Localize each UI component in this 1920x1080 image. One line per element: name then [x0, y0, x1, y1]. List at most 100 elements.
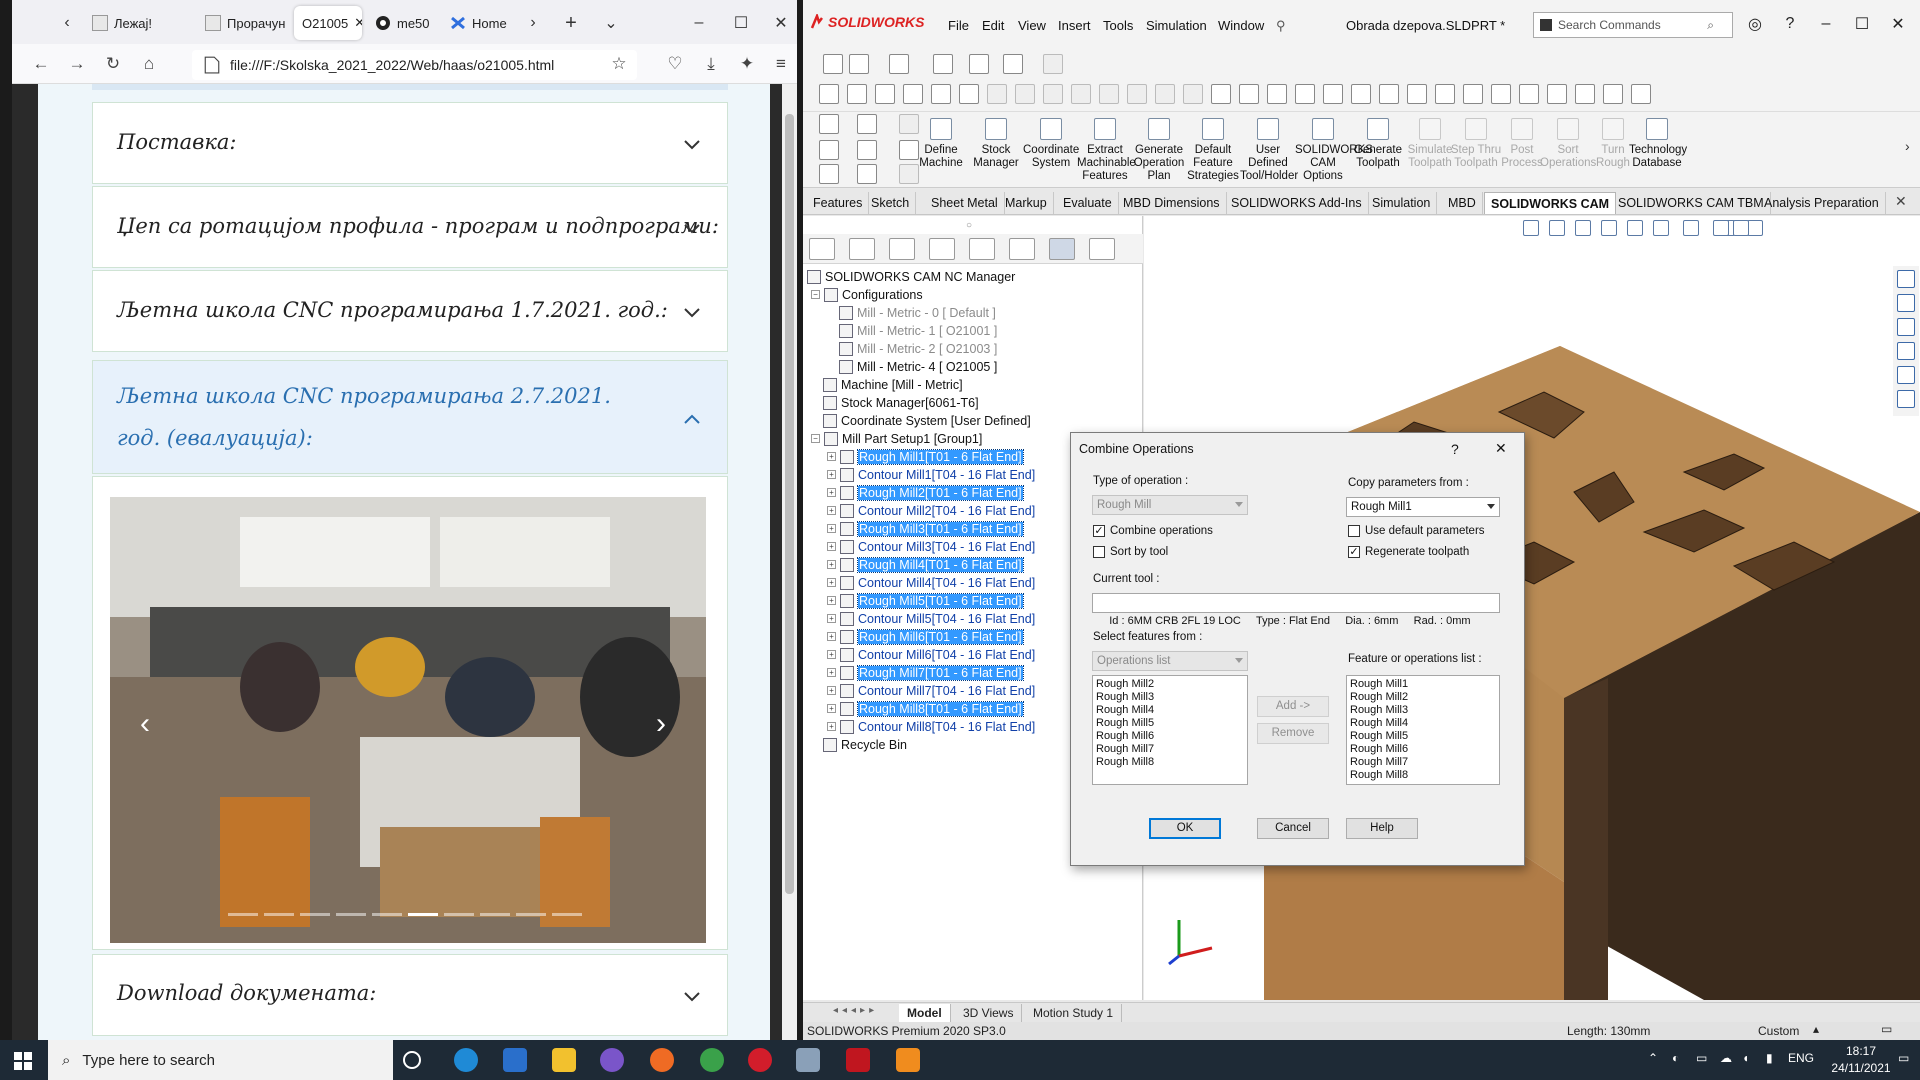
tab-scroll-right-button[interactable]: › — [520, 10, 546, 36]
toolbar-tool-icon[interactable] — [1491, 84, 1511, 104]
carousel-indicator[interactable] — [336, 913, 366, 916]
toolbar-tool-icon[interactable] — [1603, 84, 1623, 104]
toolbar-tool-icon[interactable] — [931, 84, 951, 104]
tree-operation[interactable]: + Contour Mill5[T04 - 16 Flat End] — [827, 610, 1035, 627]
toolbar-tool-icon[interactable] — [1155, 84, 1175, 104]
command-tab[interactable]: Evaluate — [1057, 192, 1119, 214]
task-pane-icon[interactable] — [1897, 366, 1915, 384]
list-item[interactable]: Rough Mill7 — [1096, 743, 1244, 756]
cam-command-button[interactable]: Generate Operation Plan — [1131, 118, 1187, 183]
carousel-indicator[interactable] — [444, 913, 474, 916]
carousel-indicator[interactable] — [300, 913, 330, 916]
view-tool-icon[interactable] — [1549, 220, 1565, 236]
accordion-item[interactable]: Download докумената: — [92, 954, 728, 1036]
toolbar-tool-icon[interactable] — [1295, 84, 1315, 104]
sort-by-tool-checkbox[interactable]: Sort by tool — [1093, 546, 1168, 558]
cam-command-button[interactable]: Default Feature Strategies — [1185, 118, 1241, 183]
expand-toggle-icon[interactable]: + — [827, 470, 836, 479]
menu-tools[interactable]: Tools — [1103, 18, 1133, 33]
toolbar-tool-icon[interactable] — [875, 84, 895, 104]
toolbar-tool-icon[interactable] — [1071, 84, 1091, 104]
tree-operation[interactable]: + Rough Mill5[T01 - 6 Flat End] — [827, 592, 1024, 609]
tree-configuration[interactable]: Mill - Metric- 1 [ O21001 ] — [839, 322, 997, 339]
expand-toggle-icon[interactable]: + — [827, 614, 836, 623]
tree-operation[interactable]: + Contour Mill8[T04 - 16 Flat End] — [827, 718, 1035, 735]
command-tab[interactable]: SOLIDWORKS CAM — [1484, 192, 1617, 214]
list-item[interactable]: Rough Mill4 — [1096, 704, 1244, 717]
toolbar-tool-icon[interactable] — [1631, 84, 1651, 104]
browser-tab-active[interactable]: O21005 ✕ — [294, 6, 362, 40]
expand-toggle-icon[interactable]: + — [827, 506, 836, 515]
toolbar-tool-icon[interactable] — [1015, 84, 1035, 104]
view-tool-icon[interactable] — [1575, 220, 1591, 236]
list-item[interactable]: Rough Mill6 — [1096, 730, 1244, 743]
view-tool-icon[interactable] — [1627, 220, 1643, 236]
pocket-icon[interactable]: ♡ — [662, 51, 688, 77]
taskbar-search-input[interactable]: ⌕ Type here to search — [48, 1040, 393, 1080]
toolbar-tool-icon[interactable] — [1547, 84, 1567, 104]
propertymanager-tab-icon[interactable] — [849, 238, 875, 260]
expand-toggle-icon[interactable]: + — [827, 596, 836, 605]
comment-icon[interactable]: ▭ — [1881, 1022, 1892, 1036]
command-tab[interactable]: Simulation — [1366, 192, 1438, 214]
toolbar-tool-icon[interactable] — [1351, 84, 1371, 104]
tree-operation[interactable]: + Rough Mill7[T01 - 6 Flat End] — [827, 664, 1024, 681]
regenerate-toolpath-checkbox[interactable]: ✓ Regenerate toolpath — [1348, 546, 1469, 558]
view-tool-icon[interactable] — [1747, 220, 1763, 236]
help-icon[interactable]: ? — [1780, 14, 1800, 34]
copy-parameters-select[interactable]: Rough Mill1 — [1346, 497, 1500, 517]
clock[interactable]: 18:17 24/11/2021 — [1826, 1043, 1896, 1077]
expand-toggle-icon[interactable]: + — [827, 524, 836, 533]
options-gear-icon[interactable] — [857, 164, 877, 184]
toolbar-tool-icon[interactable] — [1239, 84, 1259, 104]
show-hidden-icons-icon[interactable]: ⌃ — [1648, 1051, 1658, 1065]
list-item[interactable]: Rough Mill8 — [1096, 756, 1244, 769]
task-pane-icon[interactable] — [1897, 270, 1915, 288]
toolbar-tool-icon[interactable] — [1407, 84, 1427, 104]
list-item[interactable]: Rough Mill6 — [1350, 743, 1496, 756]
firefox-icon[interactable] — [650, 1048, 674, 1072]
volume-icon[interactable]: ◖ — [1742, 1051, 1749, 1065]
browser-tab[interactable]: me50 — [367, 6, 437, 40]
menu-edit[interactable]: Edit — [982, 18, 1004, 33]
toolbar-tool-icon[interactable] — [1043, 84, 1063, 104]
browser-tab[interactable]: Лежај! — [84, 6, 184, 40]
tree-operation[interactable]: + Rough Mill8[T01 - 6 Flat End] — [827, 700, 1024, 717]
command-tab[interactable]: SOLIDWORKS Add-Ins — [1225, 192, 1369, 214]
toolbar-tool-icon[interactable] — [1435, 84, 1455, 104]
maximize-button[interactable]: ☐ — [1852, 14, 1872, 34]
browser-tab[interactable]: Прорачун — [197, 6, 287, 40]
options-gear-icon[interactable] — [1003, 54, 1023, 74]
tree-operation[interactable]: + Rough Mill2[T01 - 6 Flat End] — [827, 484, 1024, 501]
toolbar-tool-icon[interactable] — [1519, 84, 1539, 104]
user-icon[interactable]: ◎ — [1745, 14, 1765, 34]
toolbar-tool-icon[interactable] — [1183, 84, 1203, 104]
battery-icon[interactable]: ▮ — [1766, 1051, 1773, 1065]
expand-toggle-icon[interactable]: − — [811, 290, 820, 299]
cam-command-button[interactable]: SOLIDWORKS CAM Options — [1295, 118, 1373, 183]
language-indicator[interactable]: ENG — [1788, 1051, 1814, 1065]
menu-window[interactable]: Window — [1218, 18, 1264, 33]
help-icon[interactable]: ? — [1451, 441, 1459, 457]
browser-tab[interactable]: Home — [442, 6, 517, 40]
pin-icon[interactable]: ⚲ — [1276, 18, 1286, 34]
units-selector[interactable]: Custom — [1758, 1024, 1799, 1038]
cam-command-button[interactable]: Define Machine — [913, 118, 969, 170]
tree-recycle-bin[interactable]: Recycle Bin — [823, 736, 907, 753]
close-tab-icon[interactable]: ✕ — [354, 15, 362, 31]
carousel-indicator[interactable] — [264, 913, 294, 916]
toolbar-tool-icon[interactable] — [1463, 84, 1483, 104]
open-icon[interactable] — [819, 164, 839, 184]
save-icon[interactable] — [933, 54, 953, 74]
tab-3d-views[interactable]: 3D Views — [955, 1004, 1023, 1022]
accordion-item[interactable]: Џеп са ротацијом профила - програм и под… — [92, 186, 728, 268]
tree-operation[interactable]: + Rough Mill6[T01 - 6 Flat End] — [827, 628, 1024, 645]
home-icon[interactable] — [819, 114, 839, 134]
tree-mill-part-setup[interactable]: − Mill Part Setup1 [Group1] — [811, 430, 982, 447]
list-item[interactable]: Rough Mill1 — [1350, 678, 1496, 691]
toolbar-tool-icon[interactable] — [903, 84, 923, 104]
expand-toggle-icon[interactable]: + — [827, 686, 836, 695]
expand-toggle-icon[interactable]: + — [827, 650, 836, 659]
network-icon[interactable]: ▭ — [1696, 1051, 1707, 1065]
cam-feature-tree-tab-icon[interactable] — [1009, 238, 1035, 260]
